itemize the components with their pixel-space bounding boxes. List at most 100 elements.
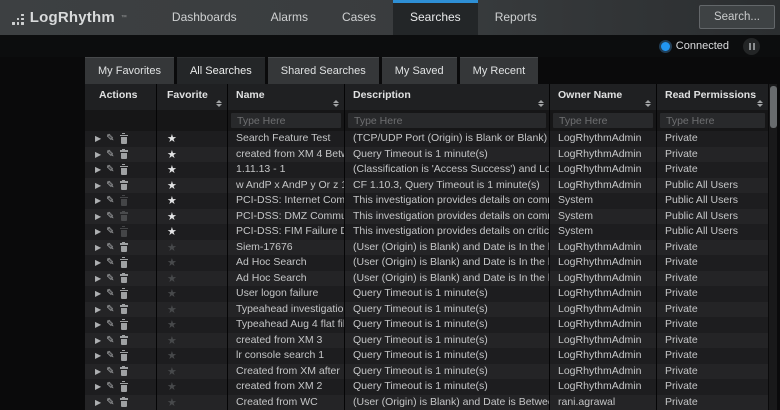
edit-search-icon[interactable]: ✎ (106, 395, 114, 410)
delete-search-icon[interactable] (120, 180, 128, 190)
run-search-icon[interactable]: ▶ (95, 209, 101, 225)
table-row[interactable]: ▶ ✎ ★ Search Feature Test (TCP/UDP Port … (85, 131, 768, 147)
nav-tab-dashboards[interactable]: Dashboards (155, 0, 254, 35)
delete-search-icon[interactable] (120, 273, 128, 283)
favorite-star-icon[interactable]: ★ (167, 334, 177, 347)
delete-search-icon[interactable] (120, 289, 128, 299)
favorite-star-icon[interactable]: ★ (167, 380, 177, 393)
owner-filter-input[interactable] (553, 113, 653, 128)
table-row[interactable]: ▶ ✎ ★ 1.11.13 - 1 (Classification is 'Ac… (85, 162, 768, 178)
table-row[interactable]: ▶ ✎ ★ Typeahead Aug 4 flat file Query Ti… (85, 317, 768, 333)
table-row[interactable]: ▶ ✎ ★ lr console search 1 Query Timeout … (85, 348, 768, 364)
vertical-scrollbar[interactable] (769, 84, 777, 410)
run-search-icon[interactable]: ▶ (95, 240, 101, 256)
column-header-name[interactable]: Name (228, 84, 344, 110)
table-row[interactable]: ▶ ✎ ★ created from XM 2 Query Timeout is… (85, 379, 768, 395)
table-row[interactable]: ▶ ✎ ★ PCI-DSS: Internet Comm... This inv… (85, 193, 768, 209)
table-row[interactable]: ▶ ✎ ★ Ad Hoc Search (User (Origin) is Bl… (85, 255, 768, 271)
scrollbar-thumb[interactable] (770, 86, 777, 128)
favorite-star-icon[interactable]: ★ (167, 303, 177, 316)
subtab-my-saved[interactable]: My Saved (382, 57, 457, 84)
favorite-star-icon[interactable]: ★ (167, 287, 177, 300)
column-header-read-permissions[interactable]: Read Permissions (657, 84, 768, 110)
favorite-star-icon[interactable]: ★ (167, 365, 177, 378)
description-filter-input[interactable] (348, 113, 546, 128)
delete-search-icon[interactable] (120, 227, 128, 237)
run-search-icon[interactable]: ▶ (95, 317, 101, 333)
delete-search-icon[interactable] (120, 134, 128, 144)
favorite-star-icon[interactable]: ★ (167, 163, 177, 176)
pause-updates-button[interactable] (743, 38, 760, 55)
sort-icon[interactable] (645, 100, 651, 108)
table-row[interactable]: ▶ ✎ ★ Ad Hoc Search (User (Origin) is Bl… (85, 271, 768, 287)
table-row[interactable]: ▶ ✎ ★ Created from XM after Query Timeou… (85, 364, 768, 380)
subtab-my-favorites[interactable]: My Favorites (85, 57, 174, 84)
favorite-star-icon[interactable]: ★ (167, 256, 177, 269)
table-row[interactable]: ▶ ✎ ★ created from XM 4 Betw... Query Ti… (85, 147, 768, 163)
run-search-icon[interactable]: ▶ (95, 348, 101, 364)
edit-search-icon[interactable]: ✎ (106, 379, 114, 395)
subtab-my-recent[interactable]: My Recent (460, 57, 539, 84)
favorite-star-icon[interactable]: ★ (167, 396, 177, 409)
edit-search-icon[interactable]: ✎ (106, 209, 114, 225)
subtab-all-searches[interactable]: All Searches (177, 57, 265, 84)
delete-search-icon[interactable] (120, 304, 128, 314)
edit-search-icon[interactable]: ✎ (106, 317, 114, 333)
favorite-star-icon[interactable]: ★ (167, 272, 177, 285)
name-filter-input[interactable] (231, 113, 341, 128)
delete-search-icon[interactable] (120, 165, 128, 175)
run-search-icon[interactable]: ▶ (95, 395, 101, 410)
favorite-star-icon[interactable]: ★ (167, 132, 177, 145)
nav-tab-cases[interactable]: Cases (325, 0, 393, 35)
run-search-icon[interactable]: ▶ (95, 162, 101, 178)
table-row[interactable]: ▶ ✎ ★ Created from WC (User (Origin) is … (85, 395, 768, 410)
sort-icon[interactable] (538, 100, 544, 108)
edit-search-icon[interactable]: ✎ (106, 131, 114, 147)
favorite-star-icon[interactable]: ★ (167, 148, 177, 161)
edit-search-icon[interactable]: ✎ (106, 364, 114, 380)
edit-search-icon[interactable]: ✎ (106, 162, 114, 178)
delete-search-icon[interactable] (120, 196, 128, 206)
table-row[interactable]: ▶ ✎ ★ PCI-DSS: DMZ Communic... This inve… (85, 209, 768, 225)
table-row[interactable]: ▶ ✎ ★ created from XM 3 Query Timeout is… (85, 333, 768, 349)
favorite-star-icon[interactable]: ★ (167, 210, 177, 223)
run-search-icon[interactable]: ▶ (95, 364, 101, 380)
run-search-icon[interactable]: ▶ (95, 193, 101, 209)
delete-search-icon[interactable] (120, 397, 128, 407)
edit-search-icon[interactable]: ✎ (106, 147, 114, 163)
sort-icon[interactable] (333, 100, 339, 108)
favorite-star-icon[interactable]: ★ (167, 194, 177, 207)
sort-icon[interactable] (757, 100, 763, 108)
edit-search-icon[interactable]: ✎ (106, 240, 114, 256)
run-search-icon[interactable]: ▶ (95, 271, 101, 287)
read-permissions-filter-input[interactable] (660, 113, 765, 128)
run-search-icon[interactable]: ▶ (95, 224, 101, 240)
edit-search-icon[interactable]: ✎ (106, 193, 114, 209)
edit-search-icon[interactable]: ✎ (106, 255, 114, 271)
delete-search-icon[interactable] (120, 242, 128, 252)
table-row[interactable]: ▶ ✎ ★ User logon failure Query Timeout i… (85, 286, 768, 302)
edit-search-icon[interactable]: ✎ (106, 271, 114, 287)
subtab-shared-searches[interactable]: Shared Searches (268, 57, 379, 84)
edit-search-icon[interactable]: ✎ (106, 348, 114, 364)
delete-search-icon[interactable] (120, 351, 128, 361)
nav-tab-alarms[interactable]: Alarms (254, 0, 325, 35)
delete-search-icon[interactable] (120, 382, 128, 392)
global-search-button[interactable]: Search... (699, 5, 775, 29)
column-header-owner-name[interactable]: Owner Name (550, 84, 656, 110)
delete-search-icon[interactable] (120, 366, 128, 376)
run-search-icon[interactable]: ▶ (95, 333, 101, 349)
table-row[interactable]: ▶ ✎ ★ Siem-17676 (User (Origin) is Blank… (85, 240, 768, 256)
run-search-icon[interactable]: ▶ (95, 379, 101, 395)
edit-search-icon[interactable]: ✎ (106, 178, 114, 194)
nav-tab-searches[interactable]: Searches (393, 0, 478, 35)
edit-search-icon[interactable]: ✎ (106, 224, 114, 240)
favorite-star-icon[interactable]: ★ (167, 241, 177, 254)
edit-search-icon[interactable]: ✎ (106, 286, 114, 302)
table-row[interactable]: ▶ ✎ ★ Typeahead investigation ... Query … (85, 302, 768, 318)
table-row[interactable]: ▶ ✎ ★ PCI-DSS: FIM Failure Detail This i… (85, 224, 768, 240)
edit-search-icon[interactable]: ✎ (106, 302, 114, 318)
table-row[interactable]: ▶ ✎ ★ w AndP x AndP y Or z 1.1... CF 1.1… (85, 178, 768, 194)
favorite-star-icon[interactable]: ★ (167, 225, 177, 238)
run-search-icon[interactable]: ▶ (95, 131, 101, 147)
